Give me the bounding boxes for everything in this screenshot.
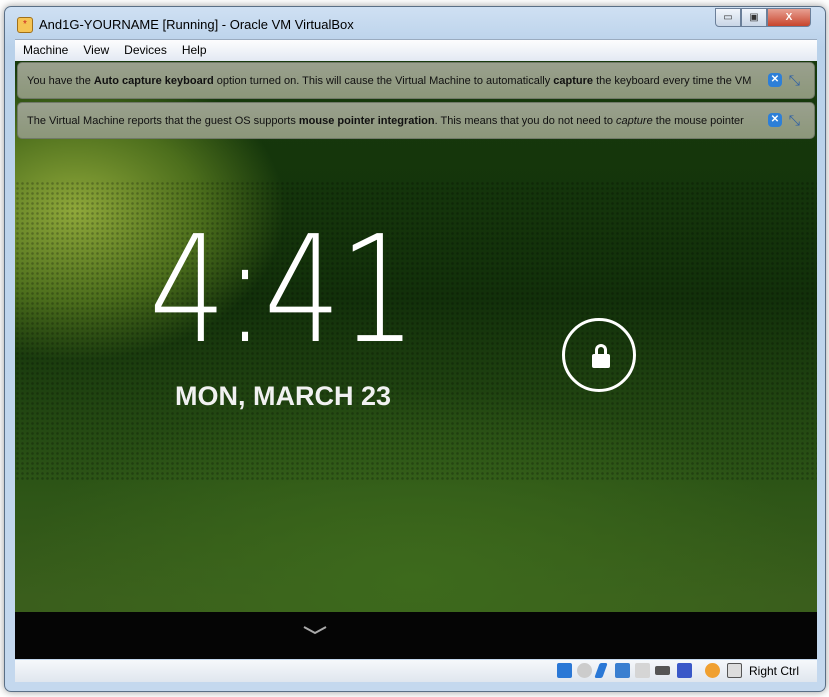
- menu-bar: Machine View Devices Help: [15, 39, 817, 61]
- menu-devices[interactable]: Devices: [116, 40, 174, 57]
- notice-text-part: mouse pointer integration: [298, 115, 435, 127]
- close-notice-icon[interactable]: ✕: [768, 113, 782, 127]
- vm-display[interactable]: You have the Auto capture keyboard optio…: [15, 61, 817, 659]
- notice-text-part: capture: [616, 115, 653, 127]
- shared-folders-icon[interactable]: [635, 663, 650, 678]
- menu-view[interactable]: View: [75, 40, 116, 57]
- host-key-label: Right Ctrl: [749, 664, 800, 678]
- virtualbox-window: * And1G-YOURNAME [Running] - Oracle VM V…: [4, 6, 826, 692]
- notice-text-part: You have the: [27, 75, 94, 87]
- notice-text-part: . This means that you do not need to: [434, 115, 616, 127]
- android-nav-bar: [15, 612, 817, 659]
- notice-text-part: The Virtual Machine reports that the gue…: [27, 115, 299, 127]
- hard-disk-icon[interactable]: [557, 663, 572, 678]
- virtualbox-app-icon: *: [17, 17, 33, 33]
- notice-text: You have the Auto capture keyboard optio…: [27, 75, 751, 87]
- notice-text-part: capture: [553, 75, 594, 87]
- cpu-virtualization-icon[interactable]: [677, 663, 692, 678]
- window-title: And1G-YOURNAME [Running] - Oracle VM Vir…: [39, 17, 354, 32]
- unlock-button[interactable]: [562, 318, 636, 392]
- keyboard-capture-notice: You have the Auto capture keyboard optio…: [17, 62, 815, 99]
- network-icon[interactable]: [615, 663, 630, 678]
- notice-text: The Virtual Machine reports that the gue…: [27, 115, 744, 127]
- close-notice-icon[interactable]: ✕: [768, 73, 782, 87]
- notice-text-part: the keyboard every time the VM: [593, 75, 752, 87]
- wallpaper-pattern: [15, 181, 817, 481]
- chevron-down-icon[interactable]: [303, 624, 327, 638]
- close-button[interactable]: X: [767, 8, 811, 27]
- mouse-integration-icon[interactable]: [705, 663, 720, 678]
- menu-help[interactable]: Help: [174, 40, 214, 57]
- keyboard-capture-icon[interactable]: [727, 663, 742, 678]
- maximize-button[interactable]: ▣: [741, 8, 767, 27]
- usb-icon[interactable]: [594, 663, 608, 678]
- notice-text-part: Auto capture keyboard: [93, 75, 214, 87]
- do-not-show-again-icon[interactable]: ⤡: [789, 72, 800, 89]
- lockscreen-clock: 4:41: [149, 204, 417, 376]
- minimize-button[interactable]: ▭: [715, 8, 741, 27]
- optical-drive-icon[interactable]: [577, 663, 592, 678]
- lockscreen-date: MON, MARCH 23: [174, 381, 391, 411]
- do-not-show-again-icon[interactable]: ⤡: [789, 112, 800, 129]
- notice-text-part: option turned on. This will cause the Vi…: [213, 75, 554, 87]
- video-capture-icon[interactable]: [655, 666, 670, 675]
- status-bar: Right Ctrl: [15, 660, 817, 682]
- notice-text-part: the mouse pointer: [652, 115, 744, 127]
- mouse-integration-notice: The Virtual Machine reports that the gue…: [17, 102, 815, 139]
- menu-machine[interactable]: Machine: [15, 40, 75, 57]
